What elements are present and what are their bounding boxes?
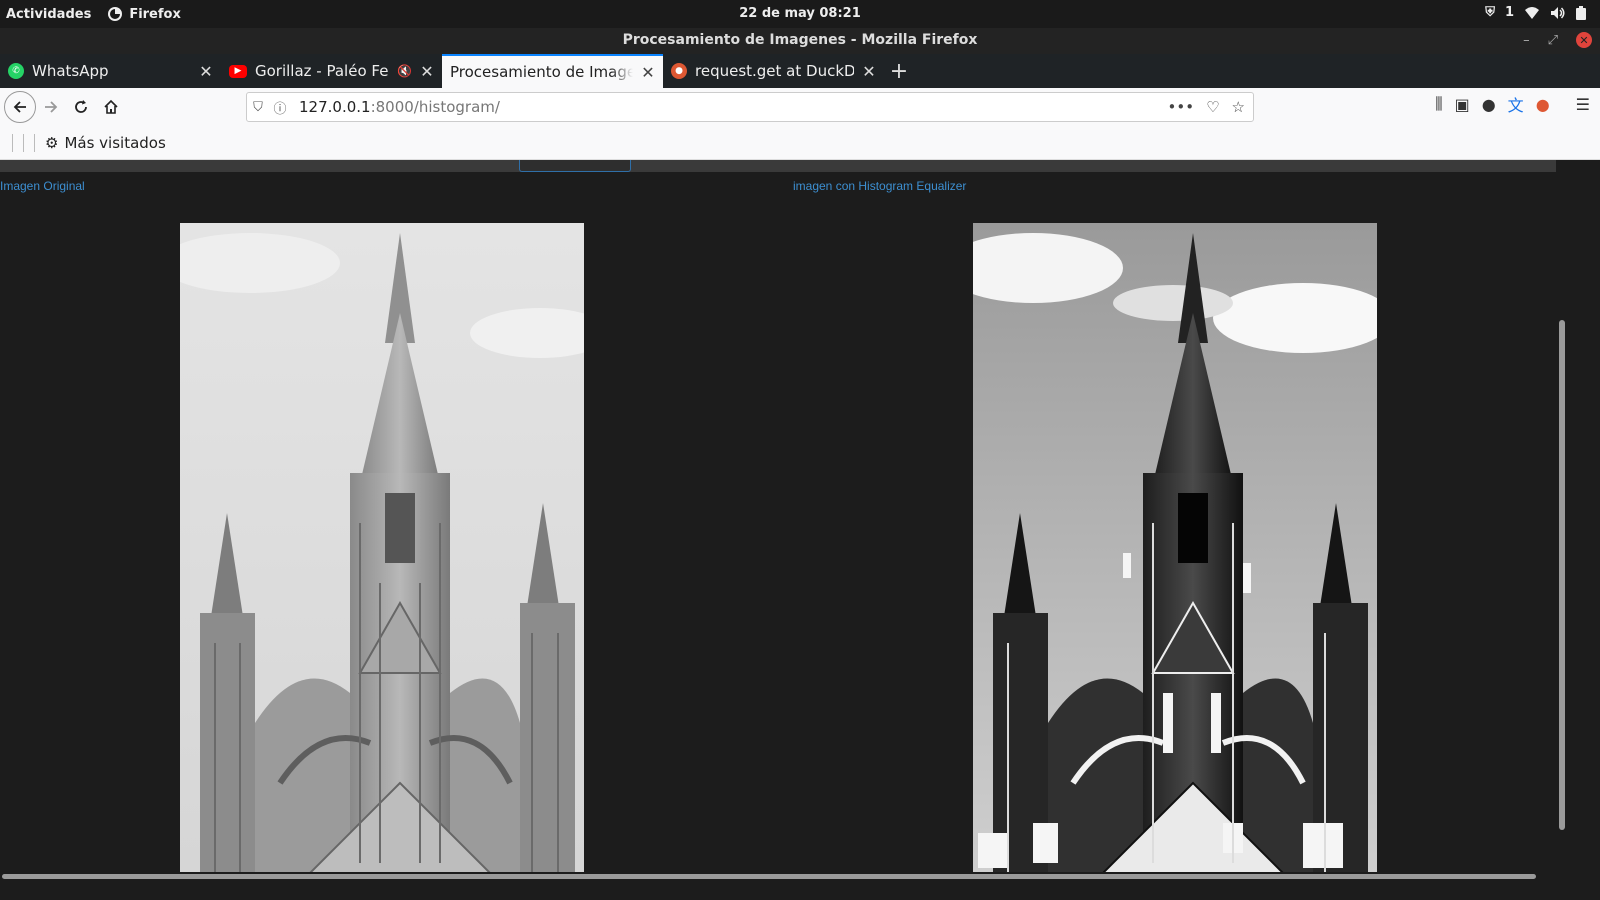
site-info-icon[interactable]: ⓘ bbox=[269, 98, 291, 117]
forward-button[interactable] bbox=[36, 92, 66, 122]
hamburger-menu-icon[interactable]: ☰ bbox=[1576, 95, 1590, 114]
app-name: Firefox bbox=[129, 6, 181, 22]
tab-gorillaz[interactable]: ▶ Gorillaz - Paléo Festival 🔇 ✕ bbox=[221, 54, 442, 88]
tab-label: request.get at DuckDuckGo bbox=[695, 62, 854, 80]
upload-button-partial[interactable] bbox=[519, 160, 631, 172]
bookmarks-toolbar: ⚙ Más visitados bbox=[0, 126, 1600, 160]
tab-duckduckgo[interactable]: ● request.get at DuckDuckGo ✕ bbox=[663, 54, 884, 88]
most-visited-bookmark[interactable]: ⚙ Más visitados bbox=[45, 134, 166, 152]
youtube-icon: ▶ bbox=[229, 64, 247, 78]
tab-procesamiento[interactable]: Procesamiento de Imagenes ✕ bbox=[442, 54, 663, 88]
duckduckgo-icon: ● bbox=[671, 63, 687, 79]
system-top-bar: Actividades Firefox 22 de may 08:21 ⛨ 1 bbox=[0, 0, 1600, 28]
tab-whatsapp[interactable]: ✆ WhatsApp ✕ bbox=[0, 54, 221, 88]
bookmark-separator bbox=[12, 133, 13, 152]
tab-label: WhatsApp bbox=[32, 62, 109, 80]
tab-label: Procesamiento de Imagenes bbox=[450, 63, 633, 81]
equalized-image-label[interactable]: imagen con Histogram Equalizer bbox=[793, 179, 966, 193]
page-header-strip bbox=[0, 160, 1560, 172]
account-icon[interactable]: ● bbox=[1482, 95, 1496, 114]
close-window-button[interactable]: ✕ bbox=[1576, 32, 1592, 48]
close-tab-icon[interactable]: ✕ bbox=[199, 62, 213, 81]
arrow-left-icon bbox=[13, 101, 26, 113]
bookmark-separator bbox=[23, 133, 24, 152]
minimize-button[interactable]: – bbox=[1523, 33, 1530, 48]
library-icon[interactable]: ⫼ bbox=[1435, 94, 1442, 114]
translate-extension-icon[interactable]: 文 bbox=[1508, 92, 1524, 116]
page-actions-icon[interactable]: ••• bbox=[1168, 98, 1195, 116]
firefox-icon bbox=[108, 7, 123, 21]
horizontal-scrollbar-thumb[interactable] bbox=[2, 874, 1536, 879]
window-title: Procesamiento de Imagenes - Mozilla Fire… bbox=[622, 32, 978, 48]
bookmark-separator bbox=[34, 133, 35, 152]
url-path: :8000/histogram/ bbox=[370, 98, 500, 116]
muted-audio-icon[interactable]: 🔇 bbox=[397, 64, 412, 78]
vertical-scrollbar-thumb[interactable] bbox=[1559, 320, 1565, 830]
window-bottom-edge bbox=[0, 880, 1600, 900]
url-bar[interactable]: ⛉ ⓘ 127.0.0.1:8000/histogram/ ••• ♡ ☆ bbox=[246, 92, 1254, 122]
close-tab-icon[interactable]: ✕ bbox=[862, 62, 876, 81]
equalized-image bbox=[973, 223, 1377, 873]
bookmark-star-icon[interactable]: ☆ bbox=[1232, 98, 1245, 116]
url-text[interactable]: 127.0.0.1:8000/histogram/ bbox=[299, 98, 1168, 116]
tab-bar: ✆ WhatsApp ✕ ▶ Gorillaz - Paléo Festival… bbox=[0, 54, 1600, 88]
sidebar-icon[interactable]: ▣ bbox=[1455, 95, 1470, 114]
volume-icon bbox=[1551, 6, 1565, 19]
whatsapp-icon: ✆ bbox=[8, 63, 24, 79]
home-button[interactable] bbox=[96, 92, 126, 122]
gear-icon: ⚙ bbox=[45, 133, 59, 152]
close-tab-icon[interactable]: ✕ bbox=[420, 62, 434, 81]
shield-icon: ⛨ bbox=[1485, 5, 1495, 20]
navigation-toolbar: ⛉ ⓘ 127.0.0.1:8000/histogram/ ••• ♡ ☆ ⫼ … bbox=[0, 88, 1600, 126]
clock[interactable]: 22 de may 08:21 bbox=[739, 6, 861, 21]
bookmark-label: Más visitados bbox=[64, 133, 166, 152]
activities-button[interactable]: Actividades bbox=[6, 7, 91, 22]
tab-label: Gorillaz - Paléo Festival bbox=[255, 62, 389, 80]
wifi-icon bbox=[1525, 6, 1539, 19]
close-tab-icon[interactable]: ✕ bbox=[641, 63, 655, 82]
original-image-label[interactable]: Imagen Original bbox=[0, 179, 85, 193]
window-titlebar[interactable]: Procesamiento de Imagenes - Mozilla Fire… bbox=[0, 28, 1600, 54]
arrow-right-icon bbox=[45, 101, 58, 113]
original-image bbox=[180, 223, 584, 873]
page-content: Imagen Original imagen con Histogram Equ… bbox=[0, 160, 1560, 873]
pocket-icon[interactable]: ♡ bbox=[1206, 98, 1219, 116]
duckduckgo-extension-icon[interactable]: ● bbox=[1536, 95, 1550, 114]
vertical-scrollbar[interactable] bbox=[1556, 160, 1568, 873]
reload-button[interactable] bbox=[66, 92, 96, 122]
home-icon bbox=[104, 99, 118, 114]
maximize-button[interactable]: ⤢ bbox=[1548, 33, 1558, 48]
tracking-shield-icon[interactable]: ⛉ bbox=[247, 100, 269, 115]
app-menu[interactable]: Firefox bbox=[107, 6, 181, 22]
reload-icon bbox=[75, 100, 87, 113]
battery-icon bbox=[1576, 5, 1586, 20]
notification-count: 1 bbox=[1504, 5, 1514, 20]
new-tab-button[interactable]: + bbox=[884, 54, 914, 88]
back-button[interactable] bbox=[4, 91, 36, 123]
url-host: 127.0.0.1 bbox=[299, 98, 371, 116]
horizontal-scrollbar[interactable] bbox=[0, 872, 1560, 880]
system-tray[interactable]: ⛨ 1 bbox=[1485, 5, 1586, 20]
